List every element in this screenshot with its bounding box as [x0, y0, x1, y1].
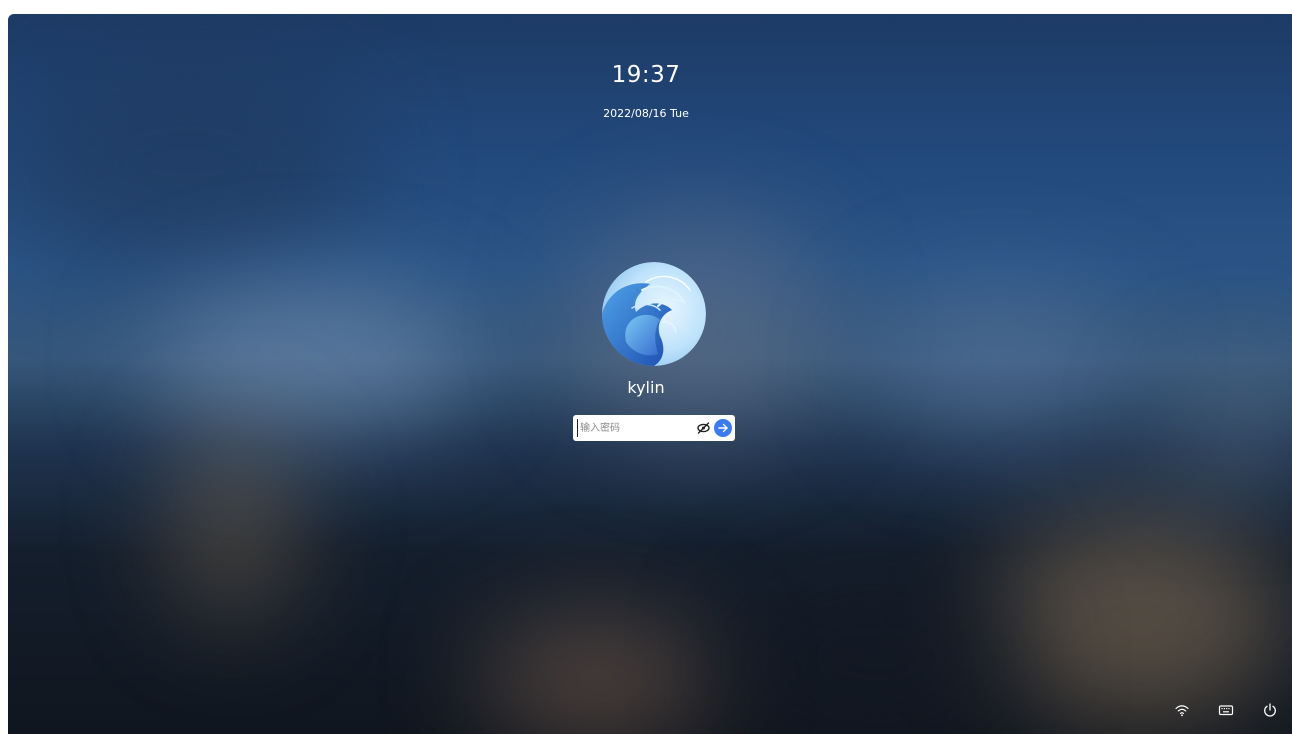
- background-blur: [148, 284, 468, 434]
- arrow-right-icon: [718, 423, 728, 433]
- background-blur: [728, 574, 1028, 734]
- background-blur: [478, 614, 718, 734]
- background-blur: [868, 284, 1128, 444]
- password-input[interactable]: [577, 419, 692, 437]
- power-icon[interactable]: [1262, 702, 1278, 718]
- kylin-dragon-logo-icon: [602, 262, 706, 366]
- lockscreen-date: 2022/08/16 Tue: [603, 107, 689, 120]
- login-submit-button[interactable]: [714, 419, 732, 437]
- background-blur: [168, 424, 298, 624]
- keyboard-icon[interactable]: [1218, 702, 1234, 718]
- wifi-icon[interactable]: [1174, 702, 1190, 718]
- user-avatar[interactable]: [602, 262, 706, 366]
- background-blur: [988, 514, 1288, 724]
- eye-off-icon[interactable]: [697, 422, 710, 434]
- lockscreen-background: [8, 14, 1292, 734]
- lockscreen-time: 19:37: [611, 62, 681, 88]
- password-field-container: [573, 415, 735, 441]
- user-name: kylin: [627, 378, 665, 397]
